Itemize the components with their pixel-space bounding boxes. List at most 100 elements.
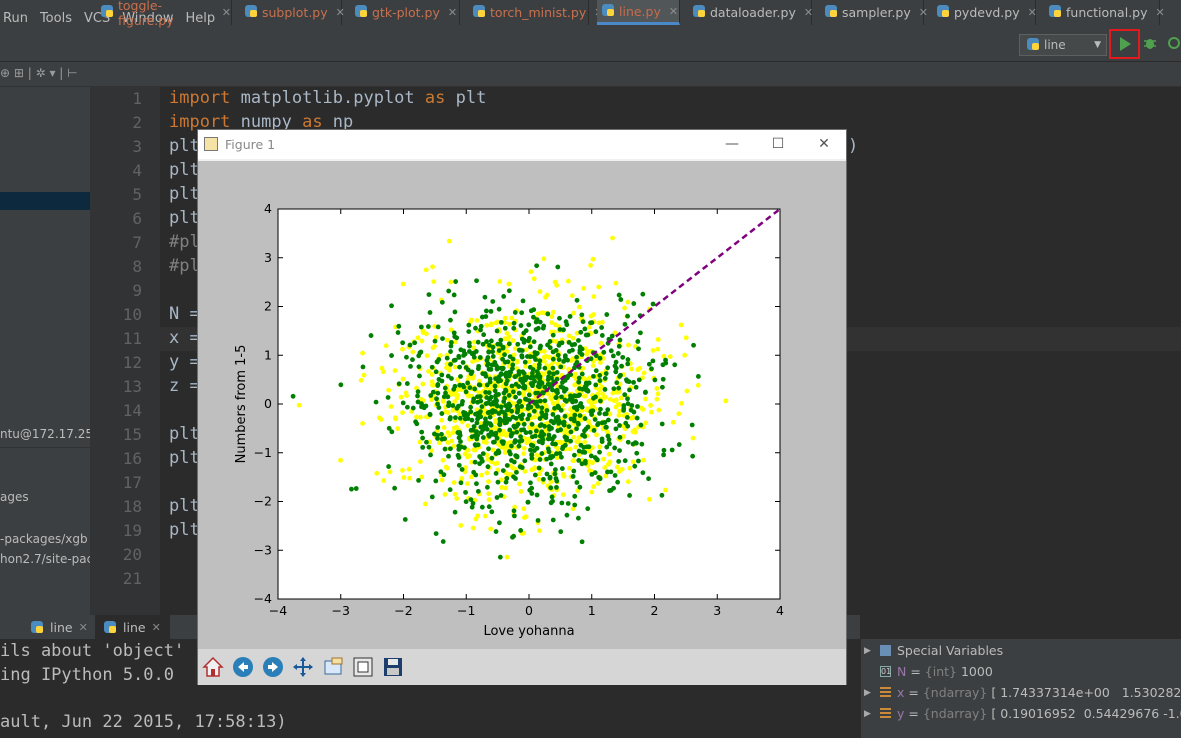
- scatter-point-series-2: [456, 354, 462, 360]
- scatter-point-series-2: [447, 416, 453, 422]
- scatter-point-series-2: [593, 329, 599, 335]
- scatter-point-series-2: [474, 436, 480, 442]
- scatter-point-series-2: [578, 329, 584, 335]
- scatter-point-series-2: [548, 500, 554, 506]
- editor-tab[interactable]: subplot.py ✕: [240, 0, 345, 25]
- scatter-point-series-1: [616, 412, 622, 418]
- scatter-point-series-2: [462, 445, 467, 451]
- scatter-point-series-2: [511, 513, 517, 519]
- close-icon[interactable]: ✕: [152, 621, 161, 634]
- close-icon[interactable]: ✕: [222, 6, 231, 19]
- grid-icon: [880, 645, 891, 656]
- scatter-point-series-2: [570, 399, 575, 405]
- minimize-button[interactable]: —: [709, 133, 755, 155]
- editor-tab[interactable]: toggle-figure.py ✕: [96, 0, 232, 28]
- project-item[interactable]: ntu@172.17.25.: [0, 427, 97, 441]
- menu-tools[interactable]: Tools: [40, 11, 72, 26]
- run-configuration-select[interactable]: line ▼: [1019, 34, 1107, 56]
- menu-run[interactable]: Run: [3, 11, 28, 26]
- pan-button[interactable]: [290, 654, 316, 680]
- configure-subplots-button[interactable]: [350, 654, 376, 680]
- scatter-point-series-2: [634, 450, 640, 456]
- zoom-button[interactable]: [320, 654, 346, 680]
- code-line-15: plt: [169, 424, 200, 444]
- debug-icon[interactable]: [1143, 36, 1157, 50]
- scatter-point-series-2: [498, 365, 504, 371]
- project-item[interactable]: ages: [0, 490, 29, 504]
- editor-tab[interactable]: dataloader.py ✕: [688, 0, 813, 25]
- editor-tab[interactable]: gtk-plot.py ✕: [350, 0, 460, 25]
- forward-button[interactable]: [260, 654, 286, 680]
- scatter-point-series-2: [487, 421, 493, 427]
- home-button[interactable]: [200, 654, 226, 680]
- scatter-point-series-2: [660, 376, 666, 382]
- scatter-point-series-2: [616, 292, 622, 298]
- scatter-point-series-1: [504, 330, 510, 336]
- editor-tab[interactable]: line.py ✕: [597, 0, 680, 25]
- scatter-point-series-2: [547, 426, 552, 432]
- variable-row[interactable]: ▶ y = {ndarray} [ 0.19016952 0.54429676 -…: [864, 706, 1181, 721]
- python-file-icon: [244, 4, 258, 21]
- back-button[interactable]: [230, 654, 256, 680]
- close-icon[interactable]: ✕: [448, 6, 457, 19]
- editor-tab-label: sampler.py: [842, 5, 911, 20]
- save-figure-button[interactable]: [380, 654, 406, 680]
- close-window-button[interactable]: ✕: [801, 133, 847, 155]
- scatter-point-series-1: [558, 439, 564, 445]
- scatter-point-series-1: [543, 294, 548, 300]
- scatter-point-series-1: [537, 289, 543, 295]
- project-panel-lower: [0, 447, 90, 615]
- scatter-point-series-1: [539, 310, 545, 316]
- scatter-point-series-2: [518, 528, 524, 533]
- scatter-point-series-2: [457, 415, 463, 421]
- project-item[interactable]: hon2.7/site-pac: [0, 552, 93, 566]
- scatter-point-series-1: [591, 484, 596, 489]
- scatter-point-series-2: [402, 517, 408, 522]
- scatter-point-series-2: [476, 382, 482, 388]
- expand-icon[interactable]: ▶: [864, 688, 874, 698]
- scatter-point-series-2: [597, 398, 603, 404]
- scatter-point-series-2: [545, 446, 551, 452]
- run-tab-active[interactable]: line ✕: [95, 615, 170, 639]
- expand-icon[interactable]: ▶: [864, 646, 874, 656]
- editor-tab[interactable]: pydevd.py ✕: [932, 0, 1037, 25]
- scatter-point-series-2: [528, 381, 534, 386]
- scatter-point-series-2: [617, 423, 622, 428]
- run-tab[interactable]: line ✕: [30, 615, 88, 639]
- scatter-point-series-2: [602, 376, 608, 381]
- scatter-point-series-1: [454, 395, 460, 401]
- scatter-point-series-1: [499, 485, 505, 490]
- project-selected-row[interactable]: [0, 192, 90, 210]
- close-icon[interactable]: ✕: [336, 6, 345, 19]
- editor-tab[interactable]: sampler.py ✕: [820, 0, 928, 25]
- close-icon[interactable]: ✕: [919, 6, 928, 19]
- variable-row[interactable]: ▶ x = {ndarray} [ 1.74337314e+00 1.530282…: [864, 685, 1181, 700]
- close-icon[interactable]: ✕: [79, 621, 88, 634]
- variable-row[interactable]: 01 N = {int} 1000: [864, 664, 993, 679]
- scatter-point-series-2: [483, 314, 489, 319]
- arrow-left-icon: [233, 657, 253, 677]
- scatter-point-series-1: [683, 335, 689, 341]
- close-icon[interactable]: ✕: [1156, 6, 1165, 19]
- coverage-icon[interactable]: [1167, 36, 1181, 50]
- run-button[interactable]: [1109, 29, 1140, 59]
- scatter-point-series-1: [445, 410, 451, 416]
- scatter-point-series-2: [554, 387, 560, 393]
- scatter-point-series-1: [598, 360, 603, 365]
- editor-tab[interactable]: torch_minist.py✕: [468, 0, 603, 25]
- editor-tab[interactable]: functional.py ✕: [1044, 0, 1165, 25]
- maximize-button[interactable]: ☐: [755, 133, 801, 155]
- close-icon[interactable]: ✕: [1028, 6, 1037, 19]
- scatter-point-series-2: [433, 369, 439, 375]
- project-item[interactable]: -packages/xgb: [0, 532, 88, 546]
- scatter-point-series-1: [528, 269, 534, 275]
- scatter-point-series-2: [469, 504, 475, 510]
- close-icon[interactable]: ✕: [669, 5, 678, 18]
- special-variables-row[interactable]: ▶ Special Variables: [864, 643, 1003, 658]
- scatter-point-series-2: [448, 446, 453, 452]
- close-icon[interactable]: ✕: [804, 6, 813, 19]
- scatter-point-series-2: [500, 468, 506, 473]
- scatter-point-series-2: [442, 446, 448, 452]
- figure-canvas[interactable]: −4 −3 −2 −1 0 1 2 3 4 −4 −3 −2 −1 0 1 2 3 4 Love yohanna Nu…: [198, 161, 846, 649]
- expand-icon[interactable]: ▶: [864, 709, 874, 719]
